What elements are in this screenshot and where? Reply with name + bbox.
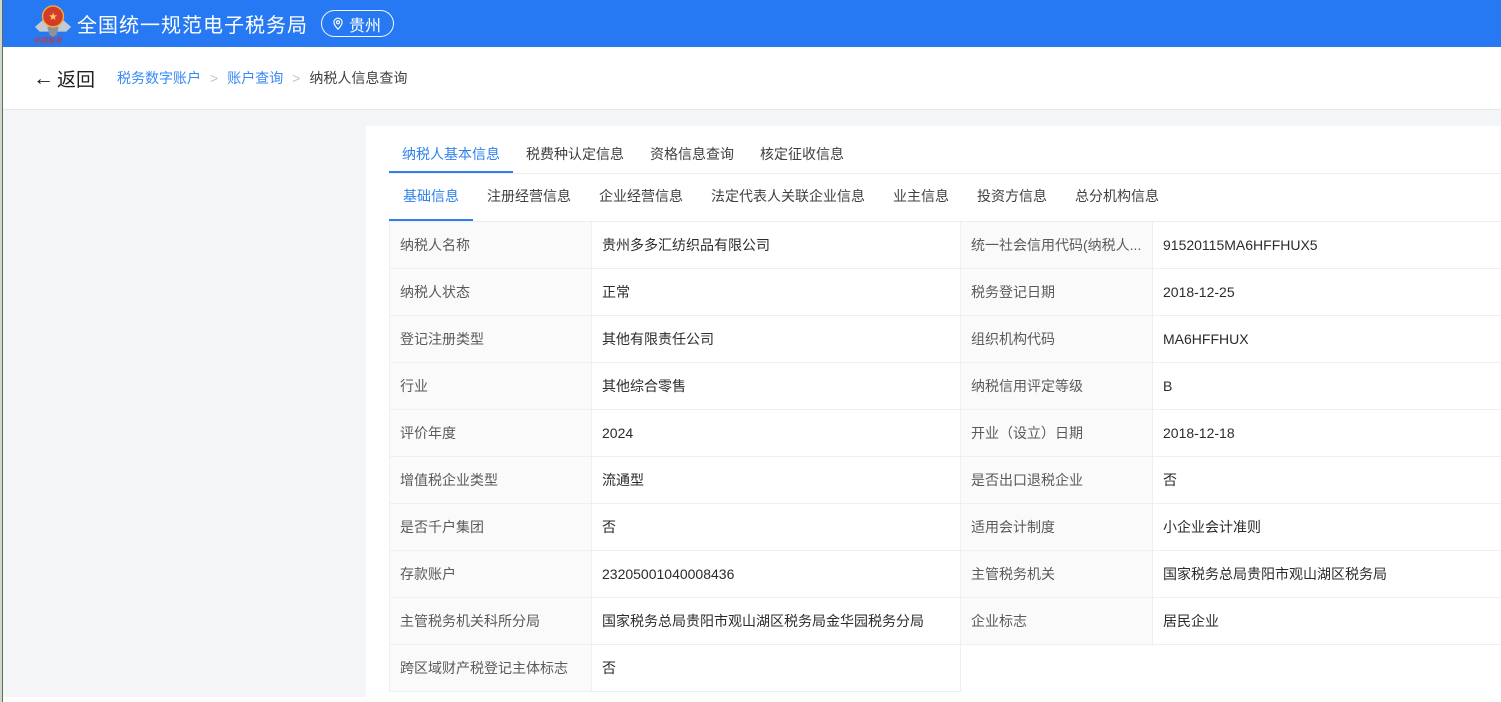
table-row: 纳税人名称 贵州多多汇纺织品有限公司 统一社会信用代码(纳税人... 91520… xyxy=(389,222,1501,269)
field-label: 是否出口退税企业 xyxy=(961,457,1153,503)
table-row: 行业 其他综合零售 纳税信用评定等级 B xyxy=(389,363,1501,410)
field-label: 存款账户 xyxy=(390,551,592,597)
field-value: 居民企业 xyxy=(1153,598,1501,644)
taxpayer-info-table: 纳税人名称 贵州多多汇纺织品有限公司 统一社会信用代码(纳税人... 91520… xyxy=(389,222,1501,692)
table-row: 纳税人状态 正常 税务登记日期 2018-12-25 xyxy=(389,269,1501,316)
field-value: 2024 xyxy=(592,410,961,456)
field-value: 否 xyxy=(592,504,961,550)
field-value: 否 xyxy=(1153,457,1501,503)
field-value: 流通型 xyxy=(592,457,961,503)
field-label: 主管税务机关科所分局 xyxy=(390,598,592,644)
field-value: 贵州多多汇纺织品有限公司 xyxy=(592,222,961,268)
field-value: 23205001040008436 xyxy=(592,551,961,597)
field-label: 增值税企业类型 xyxy=(390,457,592,503)
subtab-owner-info[interactable]: 业主信息 xyxy=(879,174,963,221)
field-value: MA6HFFHUX xyxy=(1153,316,1501,362)
content-area: 纳税人基本信息 税费种认定信息 资格信息查询 核定征收信息 基础信息 注册经营信… xyxy=(0,110,1501,702)
field-value: 其他综合零售 xyxy=(592,363,961,409)
field-label: 纳税人名称 xyxy=(390,222,592,268)
tab-assessed-collection-info[interactable]: 核定征收信息 xyxy=(747,138,857,173)
table-row: 是否千户集团 否 适用会计制度 小企业会计准则 xyxy=(389,504,1501,551)
field-value: 2018-12-25 xyxy=(1153,269,1501,315)
field-label: 纳税人状态 xyxy=(390,269,592,315)
table-row: 主管税务机关科所分局 国家税务总局贵阳市观山湖区税务局金华园税务分局 企业标志 … xyxy=(389,598,1501,645)
location-selector[interactable]: 贵州 xyxy=(321,10,394,37)
left-panel xyxy=(3,110,366,702)
field-label: 跨区域财产税登记主体标志 xyxy=(390,645,592,691)
field-label: 登记注册类型 xyxy=(390,316,592,362)
subtab-head-branch-info[interactable]: 总分机构信息 xyxy=(1061,174,1173,221)
field-value: 否 xyxy=(592,645,961,691)
tab-tax-fee-type-info[interactable]: 税费种认定信息 xyxy=(513,138,637,173)
subtab-registration-operation-info[interactable]: 注册经营信息 xyxy=(473,174,585,221)
table-row: 登记注册类型 其他有限责任公司 组织机构代码 MA6HFFHUX xyxy=(389,316,1501,363)
breadcrumb-bar: ← 返回 税务数字账户 > 账户查询 > 纳税人信息查询 xyxy=(0,47,1501,110)
table-row: 增值税企业类型 流通型 是否出口退税企业 否 xyxy=(389,457,1501,504)
field-value: B xyxy=(1153,363,1501,409)
field-label: 统一社会信用代码(纳税人... xyxy=(961,222,1153,268)
tax-bureau-logo: ★ 中国税务 xyxy=(34,3,72,45)
back-arrow-icon: ← xyxy=(33,68,54,89)
field-value: 国家税务总局贵阳市观山湖区税务局金华园税务分局 xyxy=(592,598,961,644)
field-label: 行业 xyxy=(390,363,592,409)
field-value: 国家税务总局贵阳市观山湖区税务局 xyxy=(1153,551,1501,597)
table-row: 评价年度 2024 开业（设立）日期 2018-12-18 xyxy=(389,410,1501,457)
field-value: 小企业会计准则 xyxy=(1153,504,1501,550)
app-header: ★ 中国税务 全国统一规范电子税务局 贵州 xyxy=(0,0,1501,47)
breadcrumb-separator: > xyxy=(292,70,300,86)
tab-qualification-info-query[interactable]: 资格信息查询 xyxy=(637,138,747,173)
breadcrumb-separator: > xyxy=(210,70,218,86)
breadcrumb-item-tax-digital-account[interactable]: 税务数字账户 xyxy=(117,68,201,88)
breadcrumb: 税务数字账户 > 账户查询 > 纳税人信息查询 xyxy=(117,68,407,88)
page: ★ 中国税务 全国统一规范电子税务局 贵州 ← 返回 税务数字账户 > 账户查询… xyxy=(0,0,1501,702)
field-value: 正常 xyxy=(592,269,961,315)
sub-tab-bar: 基础信息 注册经营信息 企业经营信息 法定代表人关联企业信息 业主信息 投资方信… xyxy=(389,174,1501,222)
field-label: 企业标志 xyxy=(961,598,1153,644)
field-value: 2018-12-18 xyxy=(1153,410,1501,456)
field-label: 评价年度 xyxy=(390,410,592,456)
field-label: 组织机构代码 xyxy=(961,316,1153,362)
tab-taxpayer-basic-info[interactable]: 纳税人基本信息 xyxy=(389,138,513,173)
breadcrumb-current: 纳税人信息查询 xyxy=(309,68,407,88)
field-label: 适用会计制度 xyxy=(961,504,1153,550)
field-label: 主管税务机关 xyxy=(961,551,1153,597)
field-value: 91520115MA6HFFHUX5 xyxy=(1153,222,1501,268)
breadcrumb-item-account-query[interactable]: 账户查询 xyxy=(227,68,283,88)
field-label: 开业（设立）日期 xyxy=(961,410,1153,456)
logo-caption: 中国税务 xyxy=(34,36,64,45)
field-label: 是否千户集团 xyxy=(390,504,592,550)
field-label: 纳税信用评定等级 xyxy=(961,363,1153,409)
location-pin-icon xyxy=(331,17,345,31)
window-edge xyxy=(0,0,3,702)
location-label: 贵州 xyxy=(349,12,381,36)
app-title: 全国统一规范电子税务局 xyxy=(77,9,308,38)
subtab-enterprise-operation-info[interactable]: 企业经营信息 xyxy=(585,174,697,221)
subtab-basic-info[interactable]: 基础信息 xyxy=(389,174,473,221)
subtab-investor-info[interactable]: 投资方信息 xyxy=(963,174,1061,221)
content-card: 纳税人基本信息 税费种认定信息 资格信息查询 核定征收信息 基础信息 注册经营信… xyxy=(366,126,1501,702)
main-tab-bar: 纳税人基本信息 税费种认定信息 资格信息查询 核定征收信息 xyxy=(389,138,1501,174)
back-button[interactable]: ← 返回 xyxy=(33,65,95,92)
table-row: 跨区域财产税登记主体标志 否 xyxy=(389,645,962,692)
window-bottom-edge xyxy=(3,697,366,702)
field-label: 税务登记日期 xyxy=(961,269,1153,315)
table-row: 存款账户 23205001040008436 主管税务机关 国家税务总局贵阳市观… xyxy=(389,551,1501,598)
subtab-legal-rep-related-enterprise-info[interactable]: 法定代表人关联企业信息 xyxy=(697,174,879,221)
emblem-star-icon: ★ xyxy=(48,12,57,23)
back-label: 返回 xyxy=(57,65,95,92)
field-value: 其他有限责任公司 xyxy=(592,316,961,362)
